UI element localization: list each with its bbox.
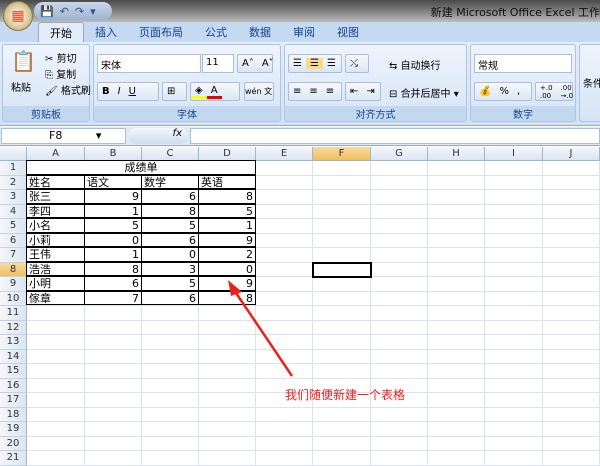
office-button[interactable]: ▦ xyxy=(3,1,33,31)
annotation-text: 我们随便新建一个表格 xyxy=(285,388,406,402)
